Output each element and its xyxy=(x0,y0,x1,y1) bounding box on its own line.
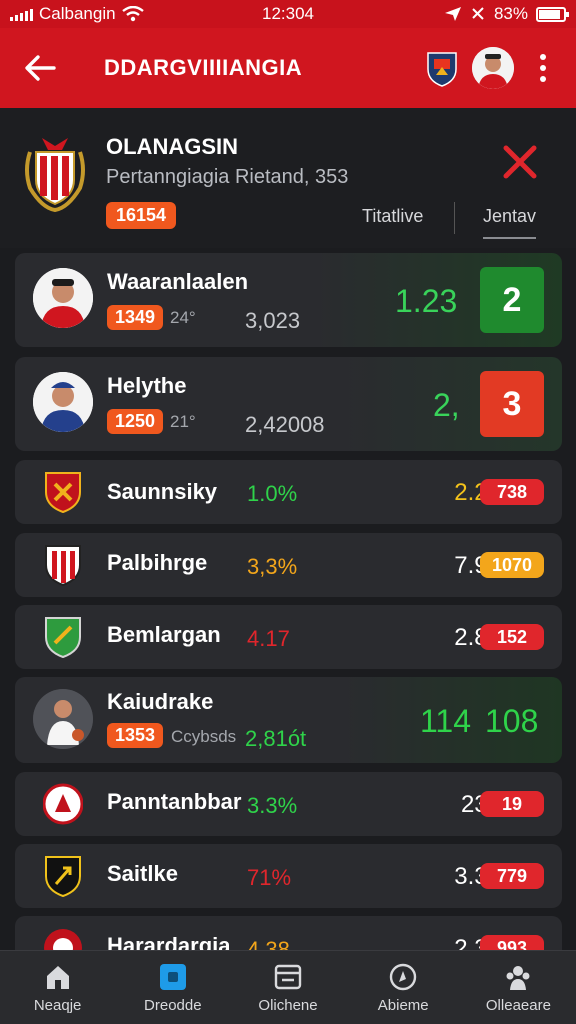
people-icon xyxy=(506,966,530,990)
location-icon xyxy=(444,7,461,21)
close-icon[interactable] xyxy=(500,142,540,182)
square-icon xyxy=(159,964,186,990)
team-percent: 4.17 xyxy=(247,626,290,651)
more-menu-button[interactable] xyxy=(528,48,558,88)
player-chip: 1349 xyxy=(107,305,164,330)
team-name: Bemlargan xyxy=(107,622,221,647)
tab-divider xyxy=(454,202,455,234)
carrier-label: Calbangin xyxy=(39,4,116,23)
back-button[interactable] xyxy=(18,46,62,90)
avatar xyxy=(33,268,93,328)
score-box: 3 xyxy=(480,371,544,437)
player-score-b: 108 xyxy=(485,703,539,739)
player-score: 1.23 xyxy=(395,283,458,319)
team-percent: 3.3% xyxy=(247,793,298,818)
team-name: Saunnsiky xyxy=(107,479,218,504)
team-crest-icon xyxy=(45,472,81,514)
player-name: Waaranlaalen xyxy=(107,269,249,294)
team-pill: 738 xyxy=(480,479,544,505)
club-subtitle: Pertanngiagia Rietand, 353 xyxy=(106,166,349,188)
team-row[interactable]: Palbihrge 3,3% 7.99 1070 xyxy=(15,533,562,597)
profile-avatar[interactable] xyxy=(472,47,514,89)
team-percent: 71% xyxy=(247,865,292,890)
avatar xyxy=(33,689,93,749)
player-extra: 21° xyxy=(170,412,196,431)
arrow-left-icon xyxy=(25,55,56,81)
team-crest-icon xyxy=(45,856,81,898)
player-chip: 1250 xyxy=(107,409,164,434)
nav-item-abieme[interactable]: Abieme xyxy=(346,951,461,1024)
team-pill: 19 xyxy=(480,791,544,817)
player-stat: 3,023 xyxy=(245,308,301,333)
nav-label: Neaqje xyxy=(33,997,82,1014)
nav-item-neaqje[interactable]: Neaqje xyxy=(0,951,115,1024)
club-shield-icon[interactable] xyxy=(426,49,458,87)
team-row[interactable]: Panntanbbar 3.3% 239 19 xyxy=(15,772,562,836)
status-bar: Calbangin 12:304 83% xyxy=(0,0,576,28)
player-extra: Ccybsds xyxy=(171,727,237,746)
page-title: DDARGVIIIIANGIA xyxy=(104,55,303,80)
player-chip: 1353 xyxy=(107,723,164,748)
club-tabs: Titatlive Jentav xyxy=(362,202,537,239)
player-row[interactable]: Kaiudrake 1353 Ccybsds 2,81ót 114 108 xyxy=(15,677,562,763)
team-pill: 779 xyxy=(480,863,544,889)
team-name: Saitlke xyxy=(107,861,178,886)
bottom-nav: Neaqje Dreodde Olichene Abieme Olleaeare xyxy=(0,950,576,1024)
team-pill: 152 xyxy=(480,624,544,650)
club-crest-icon xyxy=(25,138,85,212)
team-row[interactable]: Saitlke 71% 3.39 779 xyxy=(15,844,562,908)
player-name: Helythe xyxy=(107,373,187,398)
player-row[interactable]: Helythe 1250 21° 2,42008 2, 3 xyxy=(15,357,562,451)
wifi-icon xyxy=(121,6,144,22)
club-badge: 16154 xyxy=(106,202,177,229)
player-score-a: 114 xyxy=(420,703,472,739)
player-stat: 2,42008 xyxy=(245,412,325,437)
compass-icon xyxy=(390,963,417,991)
team-crest-icon xyxy=(43,783,83,825)
home-icon xyxy=(46,966,69,989)
club-name: OLANAGSIN xyxy=(106,134,238,159)
nav-label: Dreodde xyxy=(144,997,202,1014)
team-percent: 3,3% xyxy=(247,554,298,579)
nav-item-olichene[interactable]: Olichene xyxy=(230,951,345,1024)
player-score: 2, xyxy=(433,387,460,423)
mute-icon xyxy=(472,7,484,20)
inbox-icon xyxy=(274,964,302,990)
battery-icon xyxy=(536,6,569,22)
battery-percent: 83% xyxy=(493,4,528,23)
team-row[interactable]: Saunnsiky 1.0% 2.29 738 xyxy=(15,460,562,524)
player-name: Kaiudrake xyxy=(107,689,214,714)
app-header: DDARGVIIIIANGIA xyxy=(0,28,576,108)
nav-item-dreodde[interactable]: Dreodde xyxy=(115,951,230,1024)
signal-icon xyxy=(10,8,33,21)
score-box: 2 xyxy=(480,267,544,333)
team-name: Palbihrge xyxy=(107,550,208,575)
club-header: OLANAGSIN Pertanngiagia Rietand, 353 161… xyxy=(0,108,576,248)
player-row[interactable]: Waaranlaalen 1349 24° 3,023 1.23 2 xyxy=(15,253,562,347)
tab-titatlive[interactable]: Titatlive xyxy=(362,202,454,237)
nav-item-olleaeare[interactable]: Olleaeare xyxy=(461,951,576,1024)
avatar xyxy=(33,372,93,432)
player-stat: 2,81ót xyxy=(245,726,307,751)
team-pill: 1070 xyxy=(480,552,544,578)
tab-jentav[interactable]: Jentav xyxy=(483,202,537,239)
team-name: Panntanbbar xyxy=(107,789,242,814)
nav-label: Olichene xyxy=(258,997,318,1014)
team-percent: 1.0% xyxy=(247,481,298,506)
nav-label: Olleaeare xyxy=(485,997,551,1014)
nav-label: Abieme xyxy=(377,997,429,1014)
team-crest-icon xyxy=(45,545,81,587)
team-row[interactable]: Bemlargan 4.17 2.83 152 xyxy=(15,605,562,669)
player-extra: 24° xyxy=(170,308,196,327)
team-crest-icon xyxy=(45,617,81,659)
